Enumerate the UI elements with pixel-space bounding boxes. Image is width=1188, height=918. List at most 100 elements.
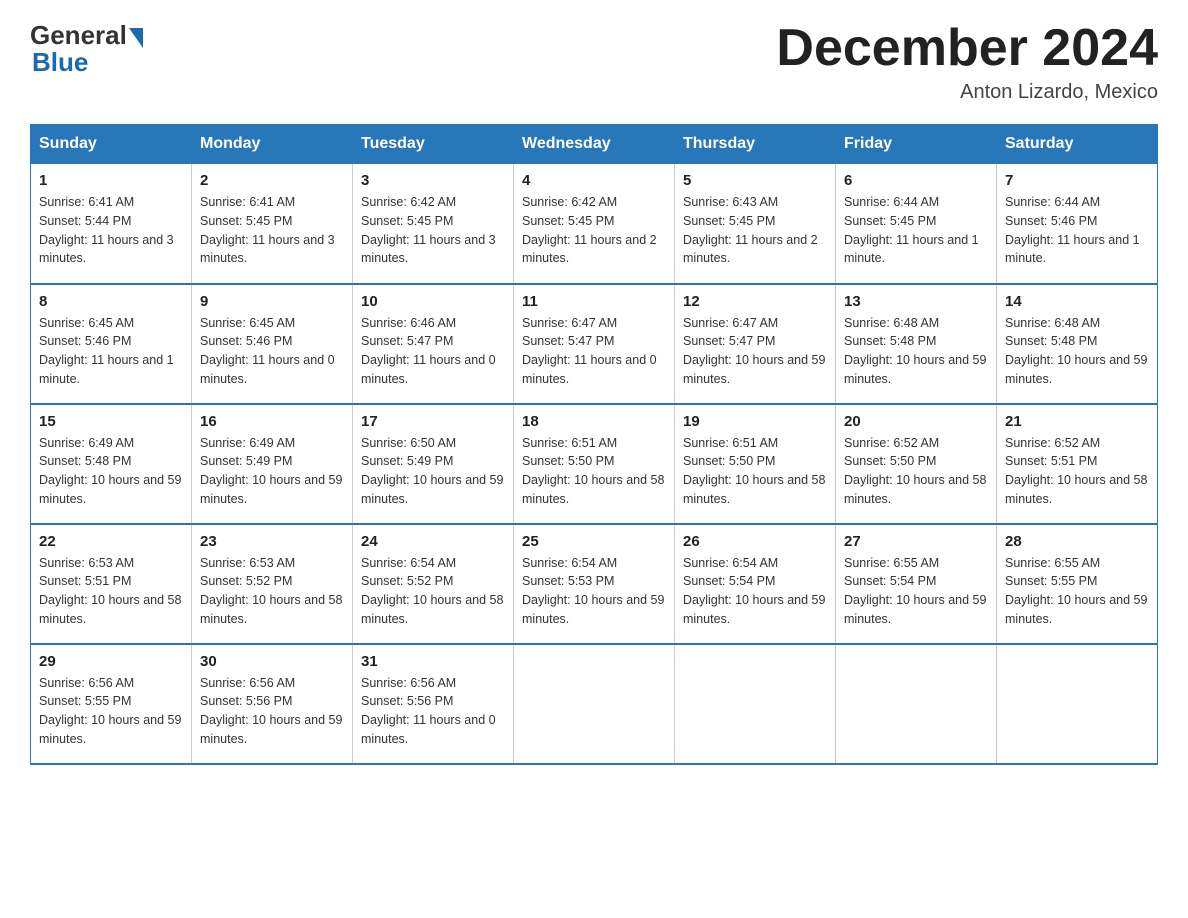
calendar-day-cell — [997, 644, 1158, 764]
day-number: 28 — [1005, 533, 1149, 550]
day-info: Sunrise: 6:54 AMSunset: 5:54 PMDaylight:… — [683, 554, 827, 629]
weekday-header-saturday: Saturday — [997, 125, 1158, 164]
calendar-day-cell: 16 Sunrise: 6:49 AMSunset: 5:49 PMDayligh… — [192, 404, 353, 524]
calendar-day-cell: 9 Sunrise: 6:45 AMSunset: 5:46 PMDaylight… — [192, 284, 353, 404]
day-info: Sunrise: 6:44 AMSunset: 5:45 PMDaylight:… — [844, 193, 988, 268]
calendar-day-cell: 6 Sunrise: 6:44 AMSunset: 5:45 PMDaylight… — [836, 164, 997, 284]
day-number: 16 — [200, 413, 344, 430]
weekday-header-tuesday: Tuesday — [353, 125, 514, 164]
calendar-day-cell: 1 Sunrise: 6:41 AMSunset: 5:44 PMDaylight… — [31, 164, 192, 284]
calendar-day-cell: 25Sunrise: 6:54 AMSunset: 5:53 PMDayligh… — [514, 524, 675, 644]
month-title: December 2024 — [776, 20, 1158, 77]
day-number: 3 — [361, 172, 505, 189]
calendar-day-cell: 20Sunrise: 6:52 AMSunset: 5:50 PMDayligh… — [836, 404, 997, 524]
day-number: 7 — [1005, 172, 1149, 189]
day-number: 26 — [683, 533, 827, 550]
day-info: Sunrise: 6:47 AMSunset: 5:47 PMDaylight:… — [522, 314, 666, 389]
calendar-day-cell: 7Sunrise: 6:44 AMSunset: 5:46 PMDaylight… — [997, 164, 1158, 284]
calendar-day-cell: 18Sunrise: 6:51 AMSunset: 5:50 PMDayligh… — [514, 404, 675, 524]
day-number: 30 — [200, 653, 344, 670]
title-section: December 2024 Anton Lizardo, Mexico — [776, 20, 1158, 104]
day-number: 11 — [522, 293, 666, 310]
day-number: 23 — [200, 533, 344, 550]
day-info: Sunrise: 6:53 AMSunset: 5:51 PMDaylight:… — [39, 554, 183, 629]
calendar-day-cell: 2Sunrise: 6:41 AMSunset: 5:45 PMDaylight… — [192, 164, 353, 284]
day-number: 14 — [1005, 293, 1149, 310]
calendar-day-cell: 29 Sunrise: 6:56 AMSunset: 5:55 PMDayligh… — [31, 644, 192, 764]
day-number: 9 — [200, 293, 344, 310]
calendar-day-cell: 3 Sunrise: 6:42 AMSunset: 5:45 PMDaylight… — [353, 164, 514, 284]
logo-blue-text: Blue — [32, 47, 88, 78]
day-info: Sunrise: 6:56 AMSunset: 5:55 PMDaylight:… — [39, 674, 183, 749]
day-info: Sunrise: 6:56 AMSunset: 5:56 PMDaylight:… — [361, 674, 505, 749]
calendar-day-cell: 19 Sunrise: 6:51 AMSunset: 5:50 PMDayligh… — [675, 404, 836, 524]
day-info: Sunrise: 6:49 AMSunset: 5:48 PMDaylight:… — [39, 434, 183, 509]
calendar-day-cell: 13Sunrise: 6:48 AMSunset: 5:48 PMDayligh… — [836, 284, 997, 404]
calendar-day-cell: 30 Sunrise: 6:56 AMSunset: 5:56 PMDayligh… — [192, 644, 353, 764]
day-number: 19 — [683, 413, 827, 430]
calendar-day-cell: 28 Sunrise: 6:55 AMSunset: 5:55 PMDayligh… — [997, 524, 1158, 644]
day-info: Sunrise: 6:55 AMSunset: 5:55 PMDaylight:… — [1005, 554, 1149, 629]
day-number: 20 — [844, 413, 988, 430]
day-info: Sunrise: 6:46 AMSunset: 5:47 PMDaylight:… — [361, 314, 505, 389]
logo: General Blue — [30, 20, 143, 78]
day-info: Sunrise: 6:47 AMSunset: 5:47 PMDaylight:… — [683, 314, 827, 389]
calendar-day-cell: 31Sunrise: 6:56 AMSunset: 5:56 PMDayligh… — [353, 644, 514, 764]
day-info: Sunrise: 6:42 AMSunset: 5:45 PMDaylight:… — [361, 193, 505, 268]
logo-triangle-icon — [129, 28, 143, 48]
weekday-header-monday: Monday — [192, 125, 353, 164]
day-info: Sunrise: 6:50 AMSunset: 5:49 PMDaylight:… — [361, 434, 505, 509]
calendar-week-row: 29 Sunrise: 6:56 AMSunset: 5:55 PMDayligh… — [31, 644, 1158, 764]
day-number: 4 — [522, 172, 666, 189]
day-number: 27 — [844, 533, 988, 550]
calendar-day-cell: 15Sunrise: 6:49 AMSunset: 5:48 PMDayligh… — [31, 404, 192, 524]
day-info: Sunrise: 6:42 AMSunset: 5:45 PMDaylight:… — [522, 193, 666, 268]
calendar-week-row: 1 Sunrise: 6:41 AMSunset: 5:44 PMDaylight… — [31, 164, 1158, 284]
calendar-day-cell — [675, 644, 836, 764]
day-number: 29 — [39, 653, 183, 670]
calendar-table: SundayMondayTuesdayWednesdayThursdayFrid… — [30, 124, 1158, 765]
day-info: Sunrise: 6:53 AMSunset: 5:52 PMDaylight:… — [200, 554, 344, 629]
day-number: 2 — [200, 172, 344, 189]
page-header: General Blue December 2024 Anton Lizardo… — [30, 20, 1158, 104]
day-number: 24 — [361, 533, 505, 550]
day-number: 8 — [39, 293, 183, 310]
day-info: Sunrise: 6:48 AMSunset: 5:48 PMDaylight:… — [844, 314, 988, 389]
day-info: Sunrise: 6:56 AMSunset: 5:56 PMDaylight:… — [200, 674, 344, 749]
day-info: Sunrise: 6:45 AMSunset: 5:46 PMDaylight:… — [200, 314, 344, 389]
day-info: Sunrise: 6:51 AMSunset: 5:50 PMDaylight:… — [683, 434, 827, 509]
calendar-day-cell: 14 Sunrise: 6:48 AMSunset: 5:48 PMDayligh… — [997, 284, 1158, 404]
calendar-day-cell: 4 Sunrise: 6:42 AMSunset: 5:45 PMDaylight… — [514, 164, 675, 284]
day-info: Sunrise: 6:54 AMSunset: 5:52 PMDaylight:… — [361, 554, 505, 629]
day-info: Sunrise: 6:55 AMSunset: 5:54 PMDaylight:… — [844, 554, 988, 629]
calendar-day-cell: 24 Sunrise: 6:54 AMSunset: 5:52 PMDayligh… — [353, 524, 514, 644]
day-info: Sunrise: 6:41 AMSunset: 5:44 PMDaylight:… — [39, 193, 183, 268]
day-info: Sunrise: 6:49 AMSunset: 5:49 PMDaylight:… — [200, 434, 344, 509]
calendar-week-row: 22 Sunrise: 6:53 AMSunset: 5:51 PMDayligh… — [31, 524, 1158, 644]
calendar-day-cell — [836, 644, 997, 764]
calendar-day-cell: 22 Sunrise: 6:53 AMSunset: 5:51 PMDayligh… — [31, 524, 192, 644]
day-number: 6 — [844, 172, 988, 189]
day-info: Sunrise: 6:52 AMSunset: 5:51 PMDaylight:… — [1005, 434, 1149, 509]
calendar-day-cell: 21Sunrise: 6:52 AMSunset: 5:51 PMDayligh… — [997, 404, 1158, 524]
weekday-header-sunday: Sunday — [31, 125, 192, 164]
day-number: 5 — [683, 172, 827, 189]
day-number: 1 — [39, 172, 183, 189]
day-info: Sunrise: 6:51 AMSunset: 5:50 PMDaylight:… — [522, 434, 666, 509]
day-number: 17 — [361, 413, 505, 430]
day-info: Sunrise: 6:45 AMSunset: 5:46 PMDaylight:… — [39, 314, 183, 389]
day-number: 10 — [361, 293, 505, 310]
weekday-header-friday: Friday — [836, 125, 997, 164]
calendar-day-cell: 27 Sunrise: 6:55 AMSunset: 5:54 PMDayligh… — [836, 524, 997, 644]
calendar-day-cell: 5 Sunrise: 6:43 AMSunset: 5:45 PMDaylight… — [675, 164, 836, 284]
weekday-header-thursday: Thursday — [675, 125, 836, 164]
weekday-header-wednesday: Wednesday — [514, 125, 675, 164]
day-number: 22 — [39, 533, 183, 550]
calendar-day-cell: 23 Sunrise: 6:53 AMSunset: 5:52 PMDayligh… — [192, 524, 353, 644]
calendar-day-cell: 26 Sunrise: 6:54 AMSunset: 5:54 PMDayligh… — [675, 524, 836, 644]
weekday-header-row: SundayMondayTuesdayWednesdayThursdayFrid… — [31, 125, 1158, 164]
day-info: Sunrise: 6:48 AMSunset: 5:48 PMDaylight:… — [1005, 314, 1149, 389]
day-info: Sunrise: 6:43 AMSunset: 5:45 PMDaylight:… — [683, 193, 827, 268]
calendar-day-cell: 17 Sunrise: 6:50 AMSunset: 5:49 PMDayligh… — [353, 404, 514, 524]
calendar-day-cell: 10 Sunrise: 6:46 AMSunset: 5:47 PMDayligh… — [353, 284, 514, 404]
